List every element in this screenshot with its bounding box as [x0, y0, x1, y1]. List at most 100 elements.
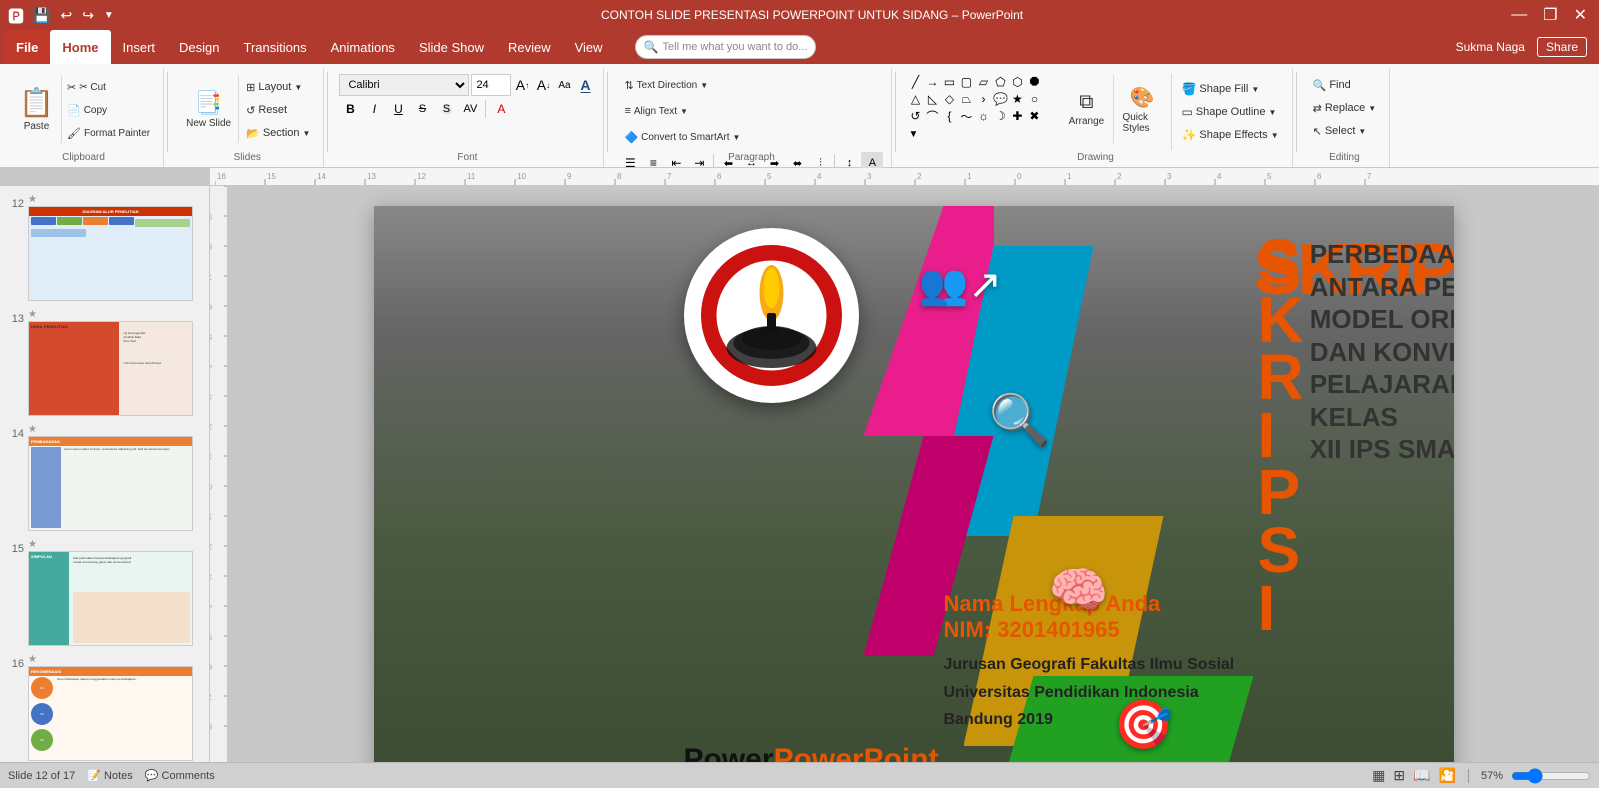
strikethrough-button[interactable]: S	[411, 98, 433, 120]
select-button[interactable]: ↖ Select ▼	[1308, 120, 1382, 142]
menu-slideshow[interactable]: Slide Show	[407, 30, 496, 64]
comments-button[interactable]: 💬 Comments	[145, 769, 215, 782]
menu-animations[interactable]: Animations	[319, 30, 407, 64]
quick-styles-button[interactable]: 🎨 Quick Styles	[1114, 74, 1169, 144]
shape-connector[interactable]: ⌒	[924, 108, 940, 124]
underline-button[interactable]: U	[387, 98, 409, 120]
undo-quick-icon[interactable]: ↩	[57, 5, 75, 26]
customize-quick-icon[interactable]: ▼	[101, 8, 117, 23]
shape-hexagon[interactable]: ⬡	[1009, 74, 1025, 90]
replace-button[interactable]: ⇄ Replace ▼	[1308, 97, 1382, 119]
align-text-button[interactable]: ≡ Align Text ▼	[619, 100, 693, 122]
drawing-group: ╱ → ▭ ▢ ▱ ⬠ ⬡ ⯃ △ ◺ ◇ ⏢ › 💬 ★ ○	[899, 68, 1292, 167]
notes-button[interactable]: 📝 Notes	[87, 769, 133, 782]
clipboard-group: 📋 Paste ✂ ✂ Cut 📄 Copy 🖌 Format Painter …	[4, 68, 164, 167]
font-color-A[interactable]: A	[575, 75, 595, 95]
font-size-decrease[interactable]: A↓	[533, 75, 553, 95]
layout-button[interactable]: ⊞ Layout ▼	[241, 76, 315, 98]
font-size-increase[interactable]: A↑	[512, 75, 532, 95]
save-quick-icon[interactable]: 💾	[30, 5, 53, 26]
shape-diamond[interactable]: ◇	[941, 91, 957, 107]
shape-line[interactable]: ╱	[907, 74, 923, 90]
shape-cross[interactable]: ✖	[1026, 108, 1042, 124]
shape-callout[interactable]: 💬	[992, 91, 1008, 107]
shape-fill-dropdown: ▼	[1251, 85, 1259, 94]
convert-smartart-button[interactable]: 🔷 Convert to SmartArt ▼	[619, 126, 745, 148]
svg-text:14: 14	[317, 172, 326, 181]
bold-button[interactable]: B	[339, 98, 361, 120]
view-slide-sorter-icon[interactable]: ⊞	[1393, 767, 1405, 784]
separator-1	[167, 72, 168, 152]
new-slide-icon: 📑	[195, 90, 222, 116]
shape-triangle[interactable]: △	[907, 91, 923, 107]
slide-thumb-16[interactable]: 16 ★ REKOMENDASI 01 02 03 Guru diharapka…	[4, 652, 205, 762]
restore-icon[interactable]: ❐	[1539, 5, 1561, 25]
shape-octagon[interactable]: ⯃	[1026, 74, 1042, 90]
font-size-input[interactable]	[471, 74, 511, 96]
menu-design[interactable]: Design	[167, 30, 231, 64]
shape-curved-arrow[interactable]: ↺	[907, 108, 923, 124]
shape-brace[interactable]: {	[941, 108, 957, 124]
view-presenter-icon[interactable]: 🎦	[1439, 767, 1456, 784]
shape-fill-button[interactable]: 🪣 Shape Fill ▼	[1176, 78, 1283, 100]
shape-rounded-rect[interactable]: ▢	[958, 74, 974, 90]
shape-moon[interactable]: ☽	[992, 108, 1008, 124]
shape-trapezoid[interactable]: ⏢	[958, 91, 974, 107]
menu-transitions[interactable]: Transitions	[232, 30, 319, 64]
shape-rect[interactable]: ▭	[941, 74, 957, 90]
reset-icon: ↺	[246, 104, 255, 117]
shape-pentagon[interactable]: ⬠	[992, 74, 1008, 90]
font-name-select[interactable]: Calibri	[339, 74, 469, 96]
slide-star-15: ★	[28, 539, 193, 550]
shape-sun[interactable]: ☼	[975, 108, 991, 124]
tell-me-search[interactable]: 🔍 Tell me what you want to do...	[635, 35, 817, 59]
shape-chevron[interactable]: ›	[975, 91, 991, 107]
text-direction-button[interactable]: ⇅ Text Direction ▼	[619, 74, 713, 96]
shape-star[interactable]: ★	[1009, 91, 1025, 107]
italic-button[interactable]: I	[363, 98, 385, 120]
font-clear-format[interactable]: Aa	[554, 75, 574, 95]
copy-button[interactable]: 📄 Copy	[62, 99, 155, 121]
shape-circle[interactable]: ○	[1026, 91, 1042, 107]
shape-arrow[interactable]: →	[924, 74, 940, 90]
arrange-button[interactable]: ⧉ Arrange	[1059, 74, 1114, 144]
menu-home[interactable]: Home	[50, 30, 110, 64]
shape-effects-button[interactable]: ✨ Shape Effects ▼	[1176, 124, 1283, 146]
shape-more[interactable]: ▼	[907, 126, 919, 142]
svg-text:9: 9	[567, 172, 572, 181]
shape-right-tri[interactable]: ◺	[924, 91, 940, 107]
new-slide-button[interactable]: 📑 New Slide	[179, 74, 239, 144]
shape-wave[interactable]: 〜	[958, 108, 974, 124]
shape-plus[interactable]: ✚	[1009, 108, 1025, 124]
find-button[interactable]: 🔍 Find	[1308, 74, 1382, 96]
shadow-button[interactable]: S	[435, 98, 457, 120]
minimize-icon[interactable]: —	[1507, 6, 1531, 24]
view-reading-icon[interactable]: 📖	[1413, 767, 1430, 784]
slide-thumb-14[interactable]: 14 ★ PEMBAHASAN Lorem ipsum dolor sit am…	[4, 422, 205, 533]
shape-outline-button[interactable]: ▭ Shape Outline ▼	[1176, 101, 1283, 123]
cut-button[interactable]: ✂ ✂ Cut	[62, 76, 155, 98]
menu-file[interactable]: File	[4, 30, 50, 64]
user-name[interactable]: Sukma Naga	[1456, 40, 1525, 54]
char-spacing-button[interactable]: AV	[459, 98, 481, 120]
close-icon[interactable]: ✕	[1570, 5, 1591, 25]
share-button[interactable]: Share	[1537, 37, 1587, 57]
slide-thumb-15[interactable]: 15 ★ SIMPULAN Ada perbedaan hasil pembel…	[4, 537, 205, 648]
redo-quick-icon[interactable]: ↪	[79, 5, 97, 26]
font-color-button[interactable]: A	[490, 98, 512, 120]
tell-me-label[interactable]: Tell me what you want to do...	[663, 41, 808, 53]
reset-button[interactable]: ↺ Reset	[241, 99, 315, 121]
format-painter-button[interactable]: 🖌 Format Painter	[62, 122, 155, 144]
view-normal-icon[interactable]: ▦	[1372, 767, 1385, 784]
slide-canvas[interactable]: 👥↗ 🔍 🧠 🎯 SK	[374, 206, 1454, 762]
menu-insert[interactable]: Insert	[111, 30, 168, 64]
menu-review[interactable]: Review	[496, 30, 563, 64]
slide-thumb-13[interactable]: 13 ★ HASIL PENELITIAN Uji HomogenitasAna…	[4, 307, 205, 418]
zoom-slider[interactable]	[1511, 768, 1591, 784]
section-button[interactable]: 📂 Section ▼	[241, 122, 315, 144]
shape-parallelogram[interactable]: ▱	[975, 74, 991, 90]
quick-styles-label: Quick Styles	[1122, 112, 1161, 134]
slide-thumb-12[interactable]: 12 ★ DIAGRAM ALUR PENELITIAN	[4, 192, 205, 303]
menu-view[interactable]: View	[563, 30, 615, 64]
paste-button[interactable]: 📋 Paste	[12, 74, 62, 144]
